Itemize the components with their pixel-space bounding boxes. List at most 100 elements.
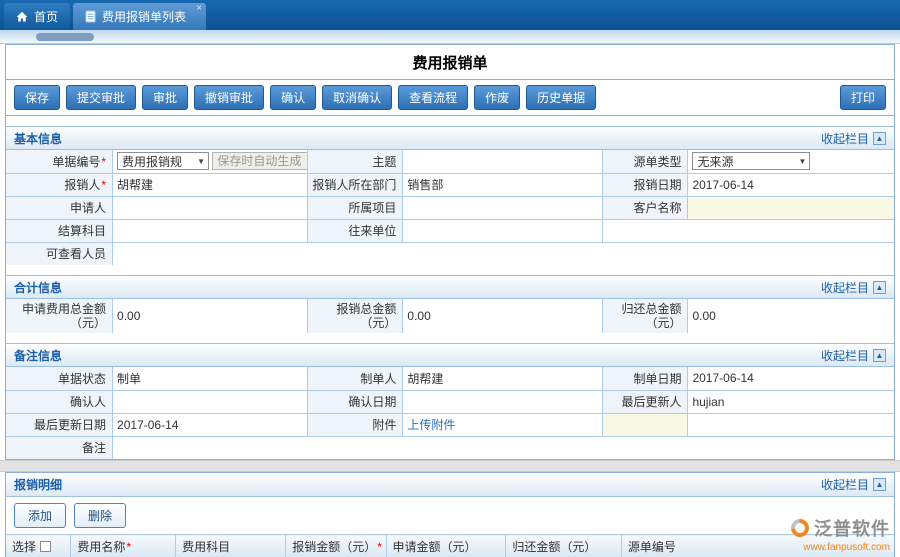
horizontal-scrollbar-thumb[interactable]: [36, 33, 94, 41]
note-field[interactable]: [113, 436, 894, 459]
col-expense-subject: 费用科目: [176, 535, 286, 557]
subject-label: 主题: [308, 150, 403, 173]
settlement-field[interactable]: [113, 219, 308, 242]
apply-total-value: 0.00: [113, 299, 308, 333]
close-icon[interactable]: ×: [196, 4, 202, 14]
col-expense-name: 费用名称*: [71, 535, 176, 557]
view-flow-button[interactable]: 查看流程: [398, 85, 468, 110]
counterpart-label: 往来单位: [308, 219, 403, 242]
customer-field[interactable]: [688, 196, 894, 219]
empty-cell: [688, 413, 894, 436]
toolbar: 保存 提交审批 审批 撤销审批 确认 取消确认 查看流程 作废 历史单据 打印: [6, 79, 894, 116]
collapse-icon: ▲: [873, 349, 886, 362]
return-total-label: 归还总金额（元）: [603, 299, 688, 333]
tab-expense-list-label: 费用报销单列表: [102, 8, 186, 25]
section-basic-header: 基本信息 收起栏目 ▲: [6, 126, 894, 150]
revoke-approval-button[interactable]: 撤销审批: [194, 85, 264, 110]
totals-table: 申请费用总金额（元） 0.00 报销总金额（元） 0.00 归还总金额（元） 0…: [6, 299, 894, 333]
col-select: 选择: [6, 535, 71, 557]
section-basic: 基本信息 收起栏目 ▲ 单据编号* 费用报销规▼ 保存时自动生成 主题 源单类型…: [6, 126, 894, 265]
reimburser-field[interactable]: 胡帮建: [113, 173, 308, 196]
invalidate-button[interactable]: 作废: [474, 85, 520, 110]
collapse-detail[interactable]: 收起栏目 ▲: [821, 476, 886, 493]
select-all-checkbox[interactable]: [40, 541, 51, 552]
tab-home[interactable]: 首页: [4, 3, 70, 30]
confirmer-field[interactable]: [113, 390, 308, 413]
reimburse-date-field[interactable]: 2017-06-14: [688, 173, 894, 196]
project-field[interactable]: [403, 196, 603, 219]
approve-button[interactable]: 审批: [142, 85, 188, 110]
collapse-icon: ▲: [873, 132, 886, 145]
status-label: 单据状态: [6, 367, 113, 390]
empty-highlight-cell: [603, 413, 688, 436]
horizontal-scrollbar[interactable]: [0, 30, 900, 44]
status-value: 制单: [113, 367, 308, 390]
applicant-label: 申请人: [6, 196, 113, 219]
section-detail-title: 报销明细: [14, 476, 62, 493]
maker-value: 胡帮建: [403, 367, 603, 390]
col-reimburse-amount: 报销金额（元）*: [286, 535, 386, 557]
document-icon: [85, 10, 96, 23]
source-type-label: 源单类型: [603, 150, 688, 173]
settlement-label: 结算科目: [6, 219, 113, 242]
tab-bar: 首页 费用报销单列表 ×: [0, 0, 900, 30]
collapse-basic[interactable]: 收起栏目 ▲: [821, 130, 886, 147]
detail-panel: 报销明细 收起栏目 ▲ 添加 删除 选择 费用名称* 费用科目 报销金额（元）*…: [5, 472, 895, 557]
confirm-date-field: [403, 390, 603, 413]
required-mark: *: [377, 540, 382, 554]
home-icon: [16, 11, 28, 23]
section-remarks-title: 备注信息: [14, 347, 62, 364]
col-apply-amount: 申请金额（元）: [386, 535, 506, 557]
collapse-remarks[interactable]: 收起栏目 ▲: [821, 347, 886, 364]
collapse-remarks-label: 收起栏目: [821, 347, 869, 364]
panel-splitter[interactable]: [0, 460, 900, 472]
section-remarks-header: 备注信息 收起栏目 ▲: [6, 343, 894, 367]
section-totals-header: 合计信息 收起栏目 ▲: [6, 275, 894, 299]
form-panel: 费用报销单 保存 提交审批 审批 撤销审批 确认 取消确认 查看流程 作废 历史…: [5, 44, 895, 460]
collapse-detail-label: 收起栏目: [821, 476, 869, 493]
cancel-confirm-button[interactable]: 取消确认: [322, 85, 392, 110]
maker-label: 制单人: [308, 367, 403, 390]
col-return-amount: 归还金额（元）: [506, 535, 621, 557]
confirmer-label: 确认人: [6, 390, 113, 413]
customer-label: 客户名称: [603, 196, 688, 219]
required-mark: *: [126, 540, 131, 554]
project-label: 所属项目: [308, 196, 403, 219]
viewers-field[interactable]: [113, 242, 894, 265]
update-date-label: 最后更新日期: [6, 413, 113, 436]
tab-expense-list[interactable]: 费用报销单列表 ×: [73, 3, 206, 30]
submit-approval-button[interactable]: 提交审批: [66, 85, 136, 110]
counterpart-field[interactable]: [403, 219, 603, 242]
dept-label: 报销人所在部门: [308, 173, 403, 196]
confirm-button[interactable]: 确认: [270, 85, 316, 110]
doc-no-label: 单据编号*: [6, 150, 113, 173]
subject-field[interactable]: [403, 150, 603, 173]
collapse-totals[interactable]: 收起栏目 ▲: [821, 279, 886, 296]
history-button[interactable]: 历史单据: [526, 85, 596, 110]
required-mark: *: [101, 155, 106, 169]
source-type-select[interactable]: 无来源▼: [692, 152, 810, 170]
reimburse-date-label: 报销日期: [603, 173, 688, 196]
make-date-value: 2017-06-14: [688, 367, 894, 390]
reimburse-total-label: 报销总金额（元）: [308, 299, 403, 333]
section-totals-title: 合计信息: [14, 279, 62, 296]
source-type-value: 无来源: [697, 153, 733, 170]
dept-field[interactable]: 销售部: [403, 173, 603, 196]
detail-toolbar: 添加 删除: [6, 497, 894, 534]
applicant-field[interactable]: [113, 196, 308, 219]
save-button[interactable]: 保存: [14, 85, 60, 110]
section-totals: 合计信息 收起栏目 ▲ 申请费用总金额（元） 0.00 报销总金额（元） 0.0…: [6, 275, 894, 333]
remarks-table: 单据状态 制单 制单人 胡帮建 制单日期 2017-06-14 确认人 确认日期…: [6, 367, 894, 459]
brand-name: 泛普软件: [814, 515, 890, 541]
required-mark: *: [101, 178, 106, 192]
doc-no-type-select[interactable]: 费用报销规▼: [117, 152, 209, 170]
upload-attachment-link[interactable]: 上传附件: [407, 418, 455, 432]
attachment-label: 附件: [308, 413, 403, 436]
updater-label: 最后更新人: [603, 390, 688, 413]
print-button[interactable]: 打印: [840, 85, 886, 110]
collapse-totals-label: 收起栏目: [821, 279, 869, 296]
add-row-button[interactable]: 添加: [14, 503, 66, 528]
source-type-cell: 无来源▼: [688, 150, 894, 173]
detail-grid: 选择 费用名称* 费用科目 报销金额（元）* 申请金额（元） 归还金额（元） 源…: [6, 534, 894, 557]
delete-row-button[interactable]: 删除: [74, 503, 126, 528]
